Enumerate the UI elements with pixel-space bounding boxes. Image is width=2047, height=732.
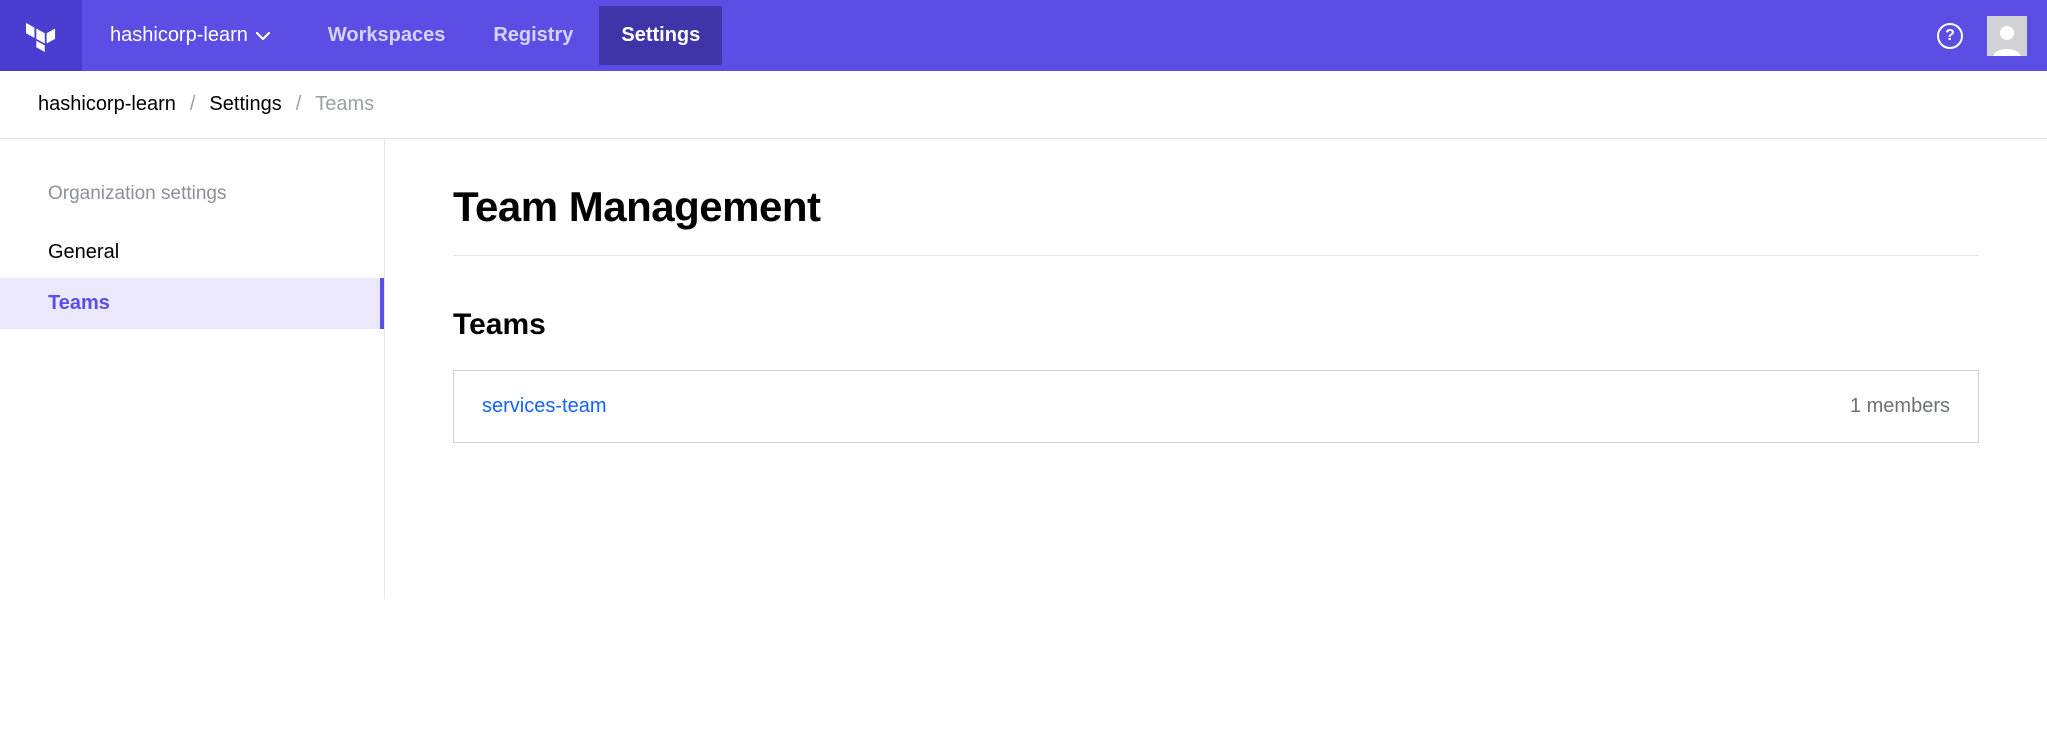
- nav-workspaces[interactable]: Workspaces: [306, 6, 467, 65]
- breadcrumb-current: Teams: [315, 93, 374, 116]
- chevron-down-icon: [256, 28, 270, 44]
- nav-settings[interactable]: Settings: [599, 6, 722, 65]
- team-row[interactable]: services-team 1 members: [453, 370, 1979, 443]
- sidebar: Organization settings General Teams: [0, 139, 385, 599]
- teams-section-title: Teams: [453, 308, 1979, 342]
- breadcrumb: hashicorp-learn / Settings / Teams: [0, 71, 2047, 139]
- sidebar-heading: Organization settings: [0, 183, 384, 227]
- help-icon[interactable]: ?: [1937, 23, 1963, 49]
- org-name: hashicorp-learn: [110, 24, 248, 47]
- logo[interactable]: [0, 0, 82, 71]
- nav-links: Workspaces Registry Settings: [306, 6, 722, 65]
- org-switcher[interactable]: hashicorp-learn: [82, 24, 306, 47]
- team-name-link[interactable]: services-team: [482, 395, 606, 418]
- terraform-icon: [26, 20, 56, 52]
- breadcrumb-sep: /: [296, 93, 302, 116]
- sidebar-item-teams[interactable]: Teams: [0, 278, 384, 329]
- team-members-count: 1 members: [1850, 395, 1950, 418]
- nav-registry[interactable]: Registry: [471, 6, 595, 65]
- sidebar-item-general[interactable]: General: [0, 227, 384, 278]
- breadcrumb-org[interactable]: hashicorp-learn: [38, 93, 176, 116]
- user-silhouette-icon: [1989, 20, 2025, 56]
- topnav-right: ?: [1937, 16, 2047, 56]
- top-nav: hashicorp-learn Workspaces Registry Sett…: [0, 0, 2047, 71]
- avatar[interactable]: [1987, 16, 2027, 56]
- breadcrumb-settings[interactable]: Settings: [209, 93, 281, 116]
- main-content: Team Management Teams services-team 1 me…: [385, 139, 2047, 599]
- breadcrumb-sep: /: [190, 93, 196, 116]
- page-title: Team Management: [453, 183, 1979, 256]
